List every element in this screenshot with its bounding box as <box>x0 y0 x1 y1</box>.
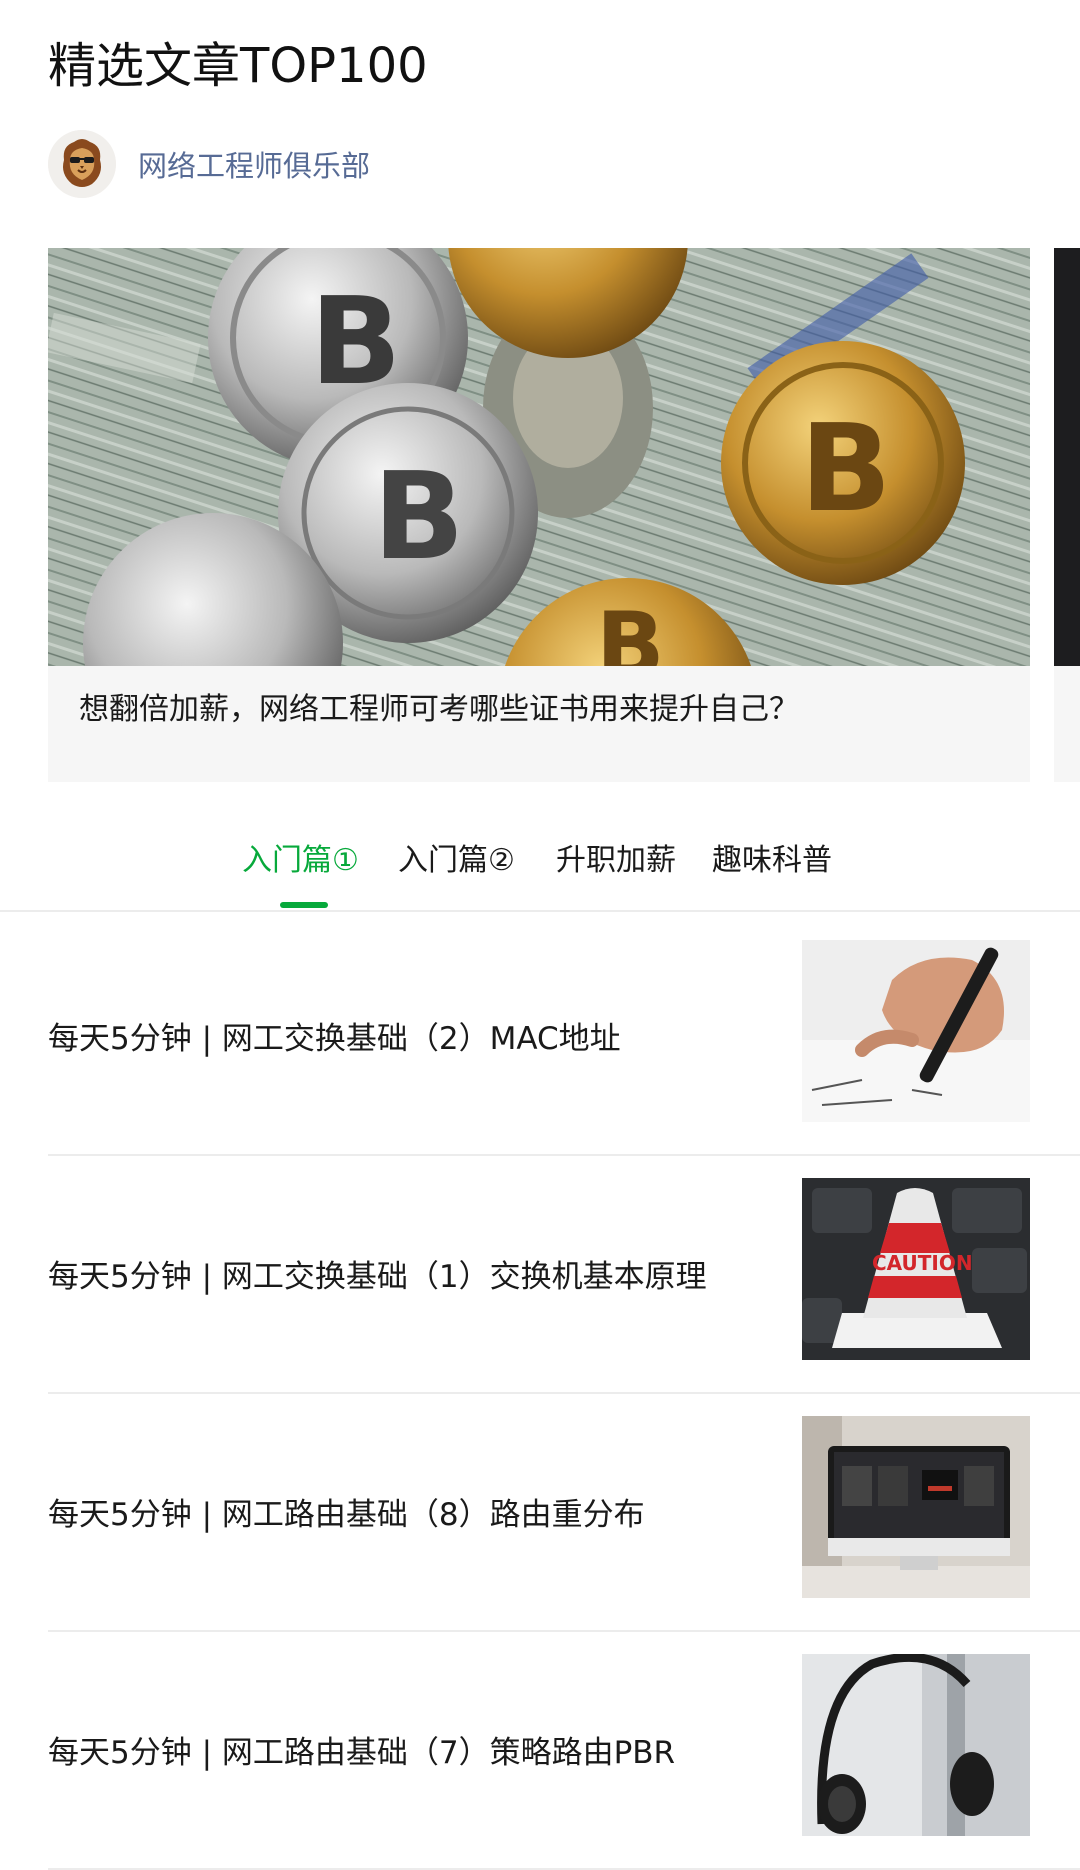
page-title: 精选文章TOP100 <box>48 38 428 94</box>
account-avatar[interactable] <box>48 130 116 198</box>
hand-writing-image <box>802 940 1030 1122</box>
tab-promotion[interactable]: 升职加薪 <box>556 830 676 892</box>
article-item[interactable]: 每天5分钟 | 网工交换基础（2）MAC地址 <box>48 916 1080 1156</box>
svg-text:B: B <box>800 400 891 539</box>
article-thumbnail[interactable] <box>802 1654 1030 1836</box>
account-name[interactable]: 网络工程师俱乐部 <box>138 143 370 185</box>
tab-fun-science[interactable]: 趣味科普 <box>712 830 832 892</box>
svg-text:B: B <box>596 593 665 666</box>
svg-text:CAUTION: CAUTION <box>872 1251 973 1275</box>
featured-card[interactable]: B B B B 想翻倍加薪，网络工程师可考哪些证书用来提升自己？ <box>48 248 1030 782</box>
monitor-image <box>802 1416 1030 1598</box>
tab-intro-1[interactable]: 入门篇① <box>242 830 359 892</box>
article-item[interactable]: 每天5分钟 | 网工路由基础（7）策略路由PBR <box>48 1630 1080 1870</box>
article-thumbnail[interactable] <box>802 1416 1030 1598</box>
article-item[interactable]: 每天5分钟 | 网工交换基础（1）交换机基本原理 CAUTION <box>48 1154 1080 1394</box>
account-header[interactable]: 网络工程师俱乐部 <box>48 130 370 198</box>
next-featured-image <box>1054 248 1080 666</box>
article-title[interactable]: 每天5分钟 | 网工路由基础（8）路由重分布 <box>48 1392 748 1630</box>
active-tab-indicator <box>280 902 328 908</box>
caution-cone-image: CAUTION <box>802 1178 1030 1360</box>
tab-intro-2[interactable]: 入门篇② <box>398 830 515 892</box>
featured-image: B B B B <box>48 248 1030 666</box>
lion-avatar-icon <box>48 130 116 198</box>
category-tabs: 入门篇① 入门篇② 升职加薪 趣味科普 <box>0 830 1080 912</box>
article-title[interactable]: 每天5分钟 | 网工路由基础（7）策略路由PBR <box>48 1630 748 1868</box>
article-thumbnail[interactable] <box>802 940 1030 1122</box>
article-item[interactable]: 每天5分钟 | 网工路由基础（8）路由重分布 <box>48 1392 1080 1632</box>
article-thumbnail[interactable]: CAUTION <box>802 1178 1030 1360</box>
featured-caption[interactable]: 想翻倍加薪，网络工程师可考哪些证书用来提升自己？ <box>79 688 999 732</box>
svg-text:B: B <box>373 448 464 587</box>
article-title[interactable]: 每天5分钟 | 网工交换基础（1）交换机基本原理 <box>48 1154 748 1392</box>
headphones-image <box>802 1654 1030 1836</box>
next-featured-card[interactable] <box>1054 248 1080 782</box>
article-title[interactable]: 每天5分钟 | 网工交换基础（2）MAC地址 <box>48 916 748 1154</box>
